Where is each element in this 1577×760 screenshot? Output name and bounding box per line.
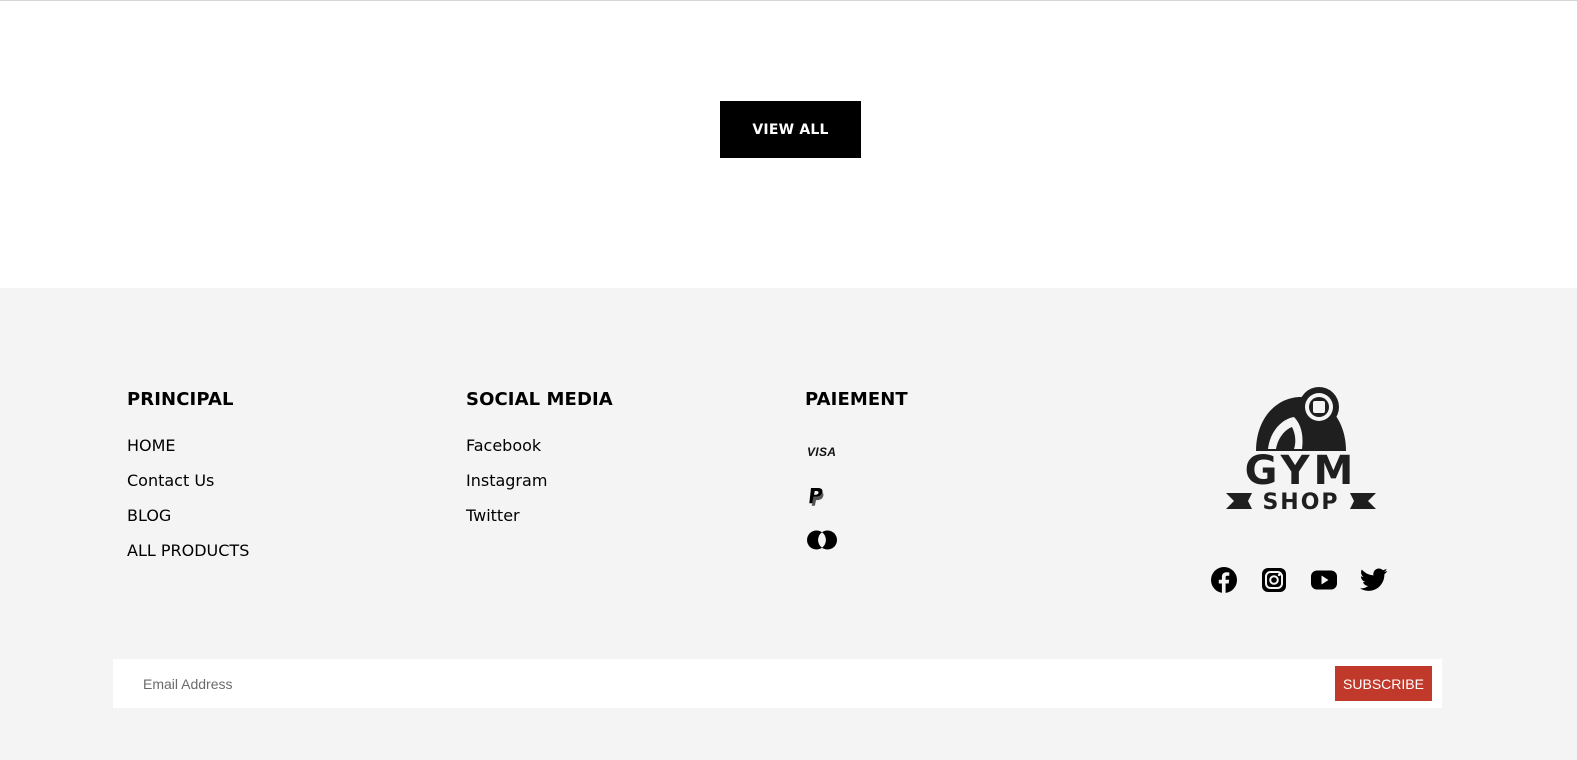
footer-link-all-products[interactable]: ALL PRODUCTS (127, 541, 249, 561)
payment-visa: VISA (805, 443, 908, 486)
gym-shop-logo: GYM SHOP (1226, 387, 1376, 515)
footer-link-facebook[interactable]: Facebook (466, 436, 541, 456)
principal-links: HOME Contact Us BLOG ALL PRODUCTS (127, 436, 249, 576)
subscribe-button[interactable]: SUBSCRIBE (1335, 666, 1432, 701)
footer-link-contact-us[interactable]: Contact Us (127, 471, 214, 491)
instagram-link[interactable] (1260, 566, 1288, 594)
instagram-icon (1262, 568, 1286, 592)
visa-icon: VISA (807, 445, 837, 459)
twitter-link[interactable] (1360, 566, 1388, 594)
gym-shop-logo-line2: SHOP (1262, 490, 1339, 515)
newsletter-form: SUBSCRIBE (113, 659, 1442, 708)
footer-link-twitter[interactable]: Twitter (466, 506, 520, 526)
top-divider (0, 0, 1577, 1)
facebook-link[interactable] (1210, 566, 1238, 594)
site-footer: PRINCIPAL HOME Contact Us BLOG ALL PRODU… (0, 288, 1577, 760)
footer-column-social-media: SOCIAL MEDIA Facebook Instagram Twitter (466, 389, 613, 541)
payment-mastercard (805, 529, 908, 572)
footer-heading-social-media: SOCIAL MEDIA (466, 389, 613, 410)
gym-shop-logo-line1: GYM (1245, 448, 1358, 494)
payment-paypal (805, 486, 908, 529)
social-icons (1210, 566, 1388, 594)
view-all-button[interactable]: VIEW ALL (720, 101, 861, 158)
footer-column-paiement: PAIEMENT VISA (805, 389, 908, 572)
footer-link-blog[interactable]: BLOG (127, 506, 171, 526)
footer-heading-paiement: PAIEMENT (805, 389, 908, 410)
payment-methods: VISA (805, 443, 908, 572)
paypal-icon (809, 488, 824, 506)
twitter-icon (1360, 568, 1388, 591)
footer-link-instagram[interactable]: Instagram (466, 471, 547, 491)
youtube-link[interactable] (1310, 566, 1338, 594)
footer-link-home[interactable]: HOME (127, 436, 176, 456)
footer-column-principal: PRINCIPAL HOME Contact Us BLOG ALL PRODU… (127, 389, 249, 576)
social-media-links: Facebook Instagram Twitter (466, 436, 613, 541)
footer-heading-principal: PRINCIPAL (127, 389, 234, 410)
email-input[interactable] (113, 659, 1335, 708)
facebook-icon (1211, 567, 1237, 593)
mastercard-icon (807, 530, 837, 550)
youtube-icon (1311, 570, 1337, 590)
